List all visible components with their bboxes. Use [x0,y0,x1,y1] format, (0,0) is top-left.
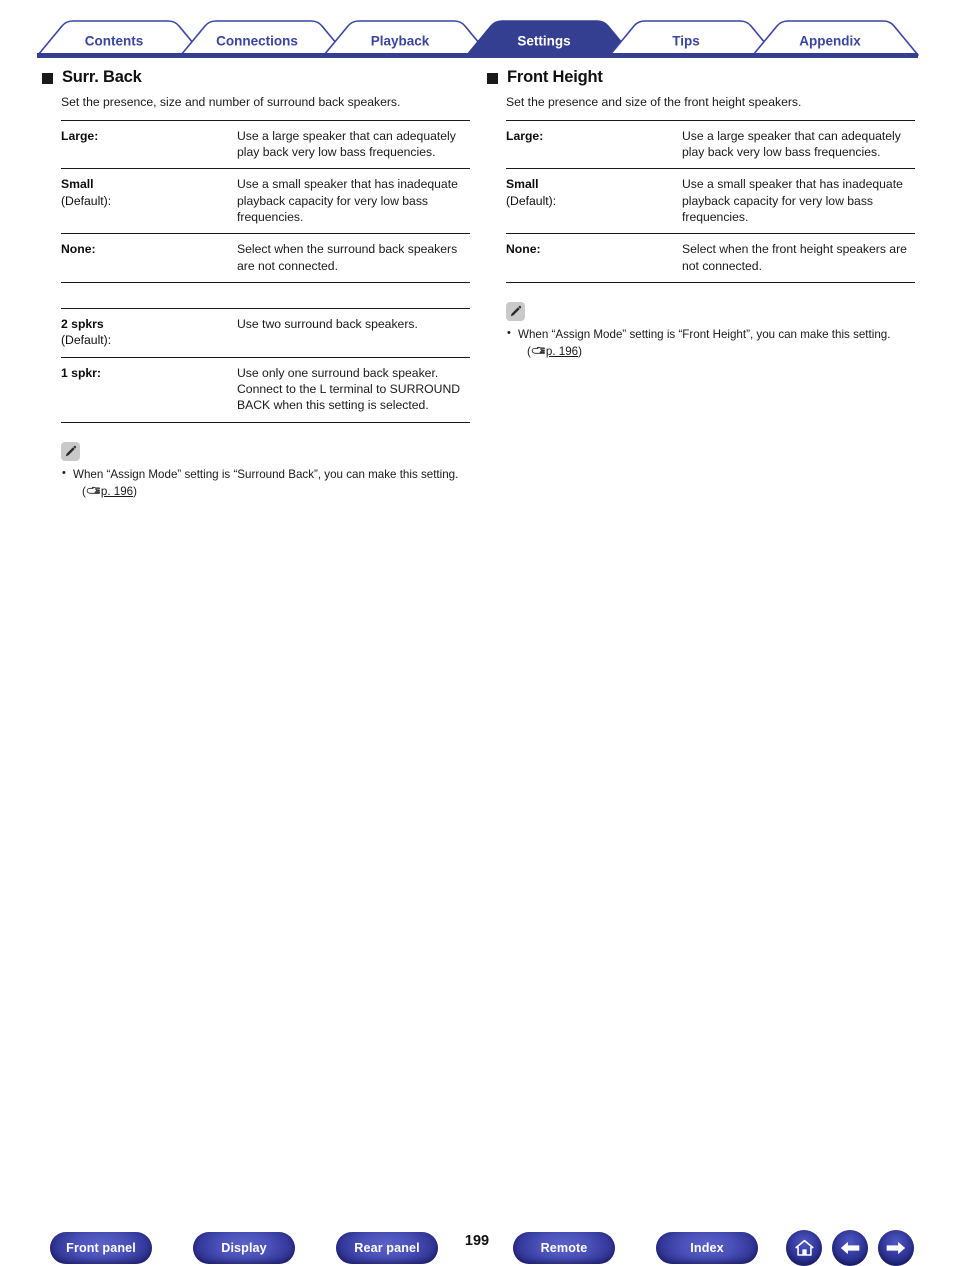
column-surr-back: Surr. Back Set the presence, size and nu… [42,68,470,502]
pointing-hand-glyph [86,487,100,494]
tab-label-tips: Tips [672,34,700,49]
option-term-label: 1 spkr: [61,365,101,380]
options-table-surr-back-size: Large: Use a large speaker that can adeq… [61,119,470,284]
options-table-surr-back-count: 2 spkrs (Default): Use two surround back… [61,308,470,423]
front-panel-button[interactable]: Front panel [50,1232,152,1264]
display-button[interactable]: Display [193,1232,295,1264]
forward-button[interactable] [878,1230,914,1266]
tab-settings[interactable]: Settings [466,20,633,56]
pointing-hand-icon [531,345,546,361]
tab-label-contents: Contents [85,34,144,49]
pencil-icon [61,441,80,461]
section-intro-text: Set the presence and size of the front h… [506,95,802,110]
section-header-surr-back: Surr. Back [42,68,470,86]
option-description: Use a large speaker that can adequately … [237,119,470,169]
option-description: Use a large speaker that can adequately … [682,119,915,169]
tab-bar-graphic: Contents Connections Playback Settings T… [37,20,919,58]
option-term: None: [61,233,237,284]
option-term: Large: [506,119,682,169]
option-term-label: 2 spkrs [61,317,104,332]
tab-tips[interactable]: Tips [609,20,776,56]
list-item: When “Assign Mode” setting is “Surround … [61,466,470,502]
pencil-glyph [65,445,77,456]
index-button[interactable]: Index [656,1232,758,1264]
tab-playback[interactable]: Playback [323,20,490,56]
section-bullet-square [42,72,53,84]
table-row: 1 spkr: Use only one surround back speak… [61,356,470,423]
note-block-front-height: When “Assign Mode” setting is “Front Hei… [506,302,915,362]
note-ref-close: ) [578,345,582,359]
option-description: Use two surround back speakers. [237,308,470,358]
option-term-default: (Default): [61,333,112,348]
table-row: Large: Use a large speaker that can adeq… [61,119,470,169]
option-term-label: Large: [61,128,99,143]
home-button[interactable] [786,1230,822,1266]
option-term: 2 spkrs (Default): [61,308,237,358]
tab-label-playback: Playback [371,34,430,49]
table-row: 2 spkrs (Default): Use two surround back… [61,308,470,358]
option-term-default: (Default): [506,193,557,208]
back-button[interactable] [832,1230,868,1266]
option-term: None: [506,233,682,284]
column-front-height: Front Height Set the presence and size o… [487,68,915,362]
option-term: 1 spkr: [61,356,237,423]
note-text: When “Assign Mode” setting is “Front Hei… [518,328,891,342]
page-title: Surr. Back [62,68,142,86]
home-icon [794,1239,814,1256]
table-row: None: Select when the front height speak… [506,233,915,284]
tab-bar-underline [37,53,918,58]
note-reference: ( p. 196) [73,484,470,501]
table-row: Small (Default): Use a small speaker tha… [506,168,915,234]
page-title: Front Height [507,68,603,86]
tab-contents[interactable]: Contents [37,20,204,56]
tab-label-settings: Settings [517,34,570,49]
tab-connections[interactable]: Connections [180,20,347,56]
note-text: When “Assign Mode” setting is “Surround … [73,467,459,481]
table-row: Large: Use a large speaker that can adeq… [506,119,915,169]
option-term-default: (Default): [61,193,112,208]
option-description: Select when the surround back speakers a… [237,233,470,284]
tab-bar: Contents Connections Playback Settings T… [0,0,954,60]
option-term-label: Small [61,177,94,192]
remote-button[interactable]: Remote [513,1232,615,1264]
options-table-front-height-size: Large: Use a large speaker that can adeq… [506,119,915,284]
page-number: 199 [464,1233,490,1249]
page-reference-link[interactable]: p. 196 [101,485,133,498]
note-list: When “Assign Mode” setting is “Surround … [61,466,470,502]
back-arrow-icon [840,1241,860,1255]
option-description: Select when the front height speakers ar… [682,233,915,284]
pointing-hand-glyph [531,347,545,355]
option-term: Small (Default): [61,168,237,234]
section-header-front-height: Front Height [487,68,915,86]
section-intro-text: Set the presence, size and number of sur… [61,95,401,110]
page-reference-link[interactable]: p. 196 [546,345,578,358]
pencil-icon [506,302,525,322]
pointing-hand-icon [86,485,101,501]
note-reference: ( p. 196) [518,344,915,361]
list-item: When “Assign Mode” setting is “Front Hei… [506,326,915,362]
rear-panel-button[interactable]: Rear panel [336,1232,438,1264]
forward-arrow-icon [886,1241,906,1255]
footer-nav: Front panel Display Rear panel 199 Remot… [0,612,954,1266]
option-description: Use a small speaker that has inadequate … [682,168,915,234]
option-term-label: Small [506,177,539,192]
option-description: Use only one surround back speaker. Conn… [237,356,470,423]
option-term-label: None: [506,242,541,257]
section-bullet-square [487,72,498,84]
note-block-surr-back: When “Assign Mode” setting is “Surround … [61,441,470,502]
table-spacer [42,283,470,299]
table-row: Small (Default): Use a small speaker tha… [61,168,470,234]
option-term-label: None: [61,242,96,257]
table-row: None: Select when the surround back spea… [61,233,470,284]
option-term: Large: [61,119,237,169]
note-ref-close: ) [133,485,137,499]
option-description: Use a small speaker that has inadequate … [237,168,470,234]
note-list: When “Assign Mode” setting is “Front Hei… [506,326,915,362]
tab-appendix[interactable]: Appendix [752,20,919,56]
option-term-label: Large: [506,128,544,143]
tab-label-connections: Connections [216,34,298,49]
pencil-glyph [510,305,522,317]
option-term: Small (Default): [506,168,682,234]
tab-label-appendix: Appendix [799,34,861,49]
